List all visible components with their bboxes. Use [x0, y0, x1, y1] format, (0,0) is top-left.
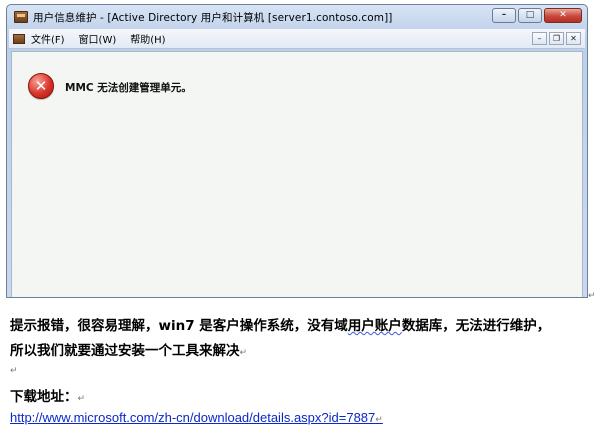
- window-controls: – □ ✕: [492, 8, 582, 23]
- menu-window[interactable]: 窗口(W): [79, 31, 117, 46]
- minimize-button[interactable]: –: [492, 8, 516, 23]
- paragraph-mark: ↵: [77, 394, 86, 404]
- menu-help[interactable]: 帮助(H): [130, 31, 165, 46]
- download-label-text: 下载地址：: [10, 389, 78, 405]
- mdi-controls: – ❐ ✕: [532, 32, 581, 45]
- menu-bar: 文件(F) 窗口(W) 帮助(H) – ❐ ✕: [9, 29, 585, 49]
- doc-line-1-after: 数据库，无法进行维护，: [401, 318, 551, 334]
- menu-file[interactable]: 文件(F): [31, 31, 65, 46]
- mdi-restore-button[interactable]: ❐: [549, 32, 564, 45]
- mmc-app-icon: [14, 11, 28, 23]
- title-bar: 用户信息维护 - [Active Directory 用户和计算机 [serve…: [7, 5, 587, 29]
- paragraph-mark: ↵: [588, 291, 596, 301]
- paragraph-mark: ↵: [375, 414, 383, 424]
- mmc-window-screenshot: 用户信息维护 - [Active Directory 用户和计算机 [serve…: [6, 4, 588, 298]
- window-title: 用户信息维护 - [Active Directory 用户和计算机 [serve…: [33, 11, 393, 24]
- error-message: MMC 无法创建管理单元。: [65, 82, 192, 94]
- download-link-line: http://www.microsoft.com/zh-cn/download/…: [10, 410, 383, 425]
- mdi-close-button[interactable]: ✕: [566, 32, 581, 45]
- console-content-pane: ✕ MMC 无法创建管理单元。: [11, 51, 583, 297]
- paragraph-mark: ↵: [239, 348, 248, 358]
- doc-line-2-text: 所以我们就要通过安装一个工具来解决: [10, 343, 240, 359]
- console-menu-icon[interactable]: [13, 33, 25, 44]
- close-button[interactable]: ✕: [544, 8, 582, 23]
- maximize-button[interactable]: □: [518, 8, 542, 23]
- paragraph-mark: ↵: [10, 366, 18, 376]
- download-link[interactable]: http://www.microsoft.com/zh-cn/download/…: [10, 410, 375, 425]
- doc-line-1-before: 提示报错，很容易理解，win7 是客户操作系统，没有域: [10, 318, 348, 334]
- doc-line-1: 提示报错，很容易理解，win7 是客户操作系统，没有域用户账户数据库，无法进行维…: [10, 314, 550, 334]
- doc-line-2: 所以我们就要通过安装一个工具来解决↵: [10, 339, 247, 359]
- error-icon: ✕: [28, 73, 54, 99]
- mdi-minimize-button[interactable]: –: [532, 32, 547, 45]
- download-label: 下载地址：↵: [10, 385, 85, 405]
- doc-line-1-underlined: 用户账户: [347, 318, 402, 334]
